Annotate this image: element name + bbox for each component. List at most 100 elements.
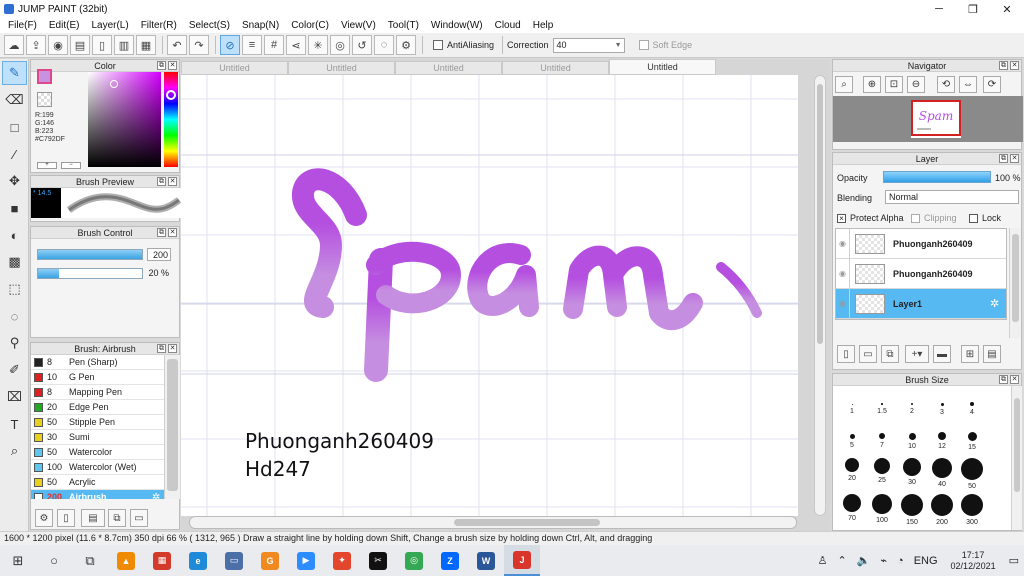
brush-menu-icon[interactable]: ▤ bbox=[81, 509, 105, 527]
brush-list-item[interactable]: 50 Acrylic bbox=[31, 475, 164, 490]
menu-filter[interactable]: Filter(R) bbox=[135, 20, 183, 31]
zalo-icon[interactable]: Z bbox=[432, 545, 468, 576]
files-icon[interactable]: ▭ bbox=[216, 545, 252, 576]
eye-icon[interactable]: ◉ bbox=[836, 228, 850, 259]
tab-untitled-2[interactable]: Untitled bbox=[288, 61, 395, 75]
taskbar-clock[interactable]: 17:17 02/12/2021 bbox=[943, 550, 1004, 572]
merge-layer-icon[interactable]: ⊞ bbox=[961, 345, 979, 363]
windows-start-icon[interactable]: ⊞ bbox=[0, 545, 36, 576]
tab-untitled-active[interactable]: Untitled bbox=[609, 59, 716, 75]
gear-icon[interactable]: ✲ bbox=[990, 297, 1006, 310]
select-eraser-tool-icon[interactable]: ⌧ bbox=[2, 385, 27, 409]
word-icon[interactable]: W bbox=[468, 545, 504, 576]
blending-select[interactable]: Normal bbox=[885, 190, 1019, 204]
snap-grid-icon[interactable]: # bbox=[264, 35, 284, 55]
close-icon[interactable]: ✕ bbox=[168, 344, 177, 353]
chrome-icon[interactable]: ◎ bbox=[396, 545, 432, 576]
zoom-fit-icon[interactable]: ⌕ bbox=[835, 76, 853, 93]
new-layer-icon[interactable]: ▯ bbox=[837, 345, 855, 363]
rotate-right-icon[interactable]: ⟳ bbox=[983, 76, 1001, 93]
brush-size-option[interactable]: 20 bbox=[837, 458, 867, 482]
float-icon[interactable]: ⧉ bbox=[999, 375, 1008, 384]
menu-window[interactable]: Window(W) bbox=[425, 20, 489, 31]
brush-size-option[interactable]: 150 bbox=[897, 494, 927, 526]
brush-folder-icon[interactable]: ▭ bbox=[130, 509, 148, 527]
rotate-left-icon[interactable]: ⟲ bbox=[937, 76, 955, 93]
capcut-icon[interactable]: ✂ bbox=[360, 545, 396, 576]
zoom-actual-icon[interactable]: ⊡ bbox=[885, 76, 903, 93]
rect-tool-icon[interactable]: □ bbox=[2, 115, 27, 139]
tab-untitled-4[interactable]: Untitled bbox=[502, 61, 609, 75]
chevron-up-icon[interactable]: ⌃ bbox=[833, 554, 852, 567]
people-icon[interactable]: ♙ bbox=[813, 554, 833, 567]
canvas-hscroll-thumb[interactable] bbox=[454, 519, 600, 526]
canvas-vertical-scrollbar[interactable] bbox=[814, 75, 826, 516]
add-layer-menu-icon[interactable]: +▾ bbox=[905, 345, 929, 363]
undo-icon[interactable]: ↶ bbox=[167, 35, 187, 55]
soft-edge-checkbox[interactable] bbox=[638, 40, 649, 50]
new-layer-copy-icon[interactable]: ▭ bbox=[859, 345, 877, 363]
close-icon[interactable]: ✕ bbox=[168, 228, 177, 237]
menu-tool[interactable]: Tool(T) bbox=[382, 20, 425, 31]
remove-color-button[interactable]: − bbox=[61, 162, 81, 169]
float-icon[interactable]: ⧉ bbox=[157, 177, 166, 186]
network-icon[interactable]: ⌁ bbox=[875, 554, 892, 567]
menu-color[interactable]: Color(C) bbox=[285, 20, 335, 31]
antialiasing-checkbox[interactable] bbox=[433, 40, 443, 50]
brush-size-option[interactable]: 25 bbox=[867, 458, 897, 484]
brush-list-scroll-thumb[interactable] bbox=[167, 359, 178, 491]
magic-wand-tool-icon[interactable]: ⚲ bbox=[2, 331, 27, 355]
language-indicator[interactable]: ENG bbox=[909, 555, 943, 567]
document-canvas[interactable]: Phuonganh260409 Hd247 bbox=[181, 75, 798, 516]
new-brush-icon[interactable]: ▯ bbox=[57, 509, 75, 527]
protect-alpha-checkbox[interactable]: × bbox=[837, 213, 846, 223]
brush-size-option[interactable]: 12 bbox=[927, 426, 957, 450]
edge-icon[interactable]: e bbox=[180, 545, 216, 576]
wifi-icon[interactable]: ◔ bbox=[892, 555, 909, 567]
brush-size-option[interactable]: 50 bbox=[957, 458, 987, 490]
brush-size-option[interactable]: 200 bbox=[927, 494, 957, 526]
eyedropper-tool-icon[interactable]: ⌕ bbox=[2, 439, 27, 463]
brush-size-option[interactable]: 4 bbox=[957, 394, 987, 416]
float-icon[interactable]: ⧉ bbox=[157, 61, 166, 70]
brush-size-scroll-thumb[interactable] bbox=[1014, 398, 1020, 492]
redo-icon[interactable]: ↷ bbox=[189, 35, 209, 55]
snap-curve-icon[interactable]: ↺ bbox=[352, 35, 372, 55]
panel-icon[interactable]: ▤ bbox=[70, 35, 90, 55]
menu-cloud[interactable]: Cloud bbox=[489, 20, 527, 31]
menu-view[interactable]: View(V) bbox=[335, 20, 382, 31]
pages-icon[interactable]: ▥ bbox=[114, 35, 134, 55]
close-button[interactable]: ✕ bbox=[990, 0, 1024, 18]
brush-size-option[interactable]: 10 bbox=[897, 426, 927, 450]
brush-list-item[interactable]: 10 G Pen bbox=[31, 370, 164, 385]
snap-radial-icon[interactable]: ✳ bbox=[308, 35, 328, 55]
brush-tool-icon[interactable]: ✎ bbox=[2, 61, 27, 85]
duplicate-layer-icon[interactable]: ⧉ bbox=[881, 345, 899, 363]
close-icon[interactable]: ✕ bbox=[1010, 61, 1019, 70]
close-icon[interactable]: ✕ bbox=[1010, 375, 1019, 384]
brush-list-item[interactable]: 200 Airbrush ✲ bbox=[31, 490, 164, 499]
menu-help[interactable]: Help bbox=[527, 20, 560, 31]
zoom-out-icon[interactable]: ⊖ bbox=[907, 76, 925, 93]
navigator-view[interactable]: Spam bbox=[833, 96, 1023, 142]
brush-list-item[interactable]: 50 Stipple Pen bbox=[31, 415, 164, 430]
brush-size-option[interactable]: 1 bbox=[837, 394, 867, 415]
snap-parallel-icon[interactable]: ≡ bbox=[242, 35, 262, 55]
snap-vanish-icon[interactable]: ⋖ bbox=[286, 35, 306, 55]
maximize-button[interactable]: ❐ bbox=[956, 0, 990, 18]
menu-select[interactable]: Select(S) bbox=[183, 20, 236, 31]
zoom-in-icon[interactable]: ⊕ bbox=[863, 76, 881, 93]
brush-size-option[interactable]: 100 bbox=[867, 494, 897, 524]
fill-rect-tool-icon[interactable]: ■ bbox=[2, 196, 27, 220]
menu-snap[interactable]: Snap(N) bbox=[236, 20, 285, 31]
brush-opacity-slider[interactable] bbox=[37, 268, 143, 279]
snap-circle-icon[interactable]: ◎ bbox=[330, 35, 350, 55]
float-icon[interactable]: ⧉ bbox=[999, 61, 1008, 70]
app-red-icon[interactable]: ✦ bbox=[324, 545, 360, 576]
layer-opacity-slider[interactable] bbox=[883, 171, 991, 183]
brush-size-option[interactable]: 5 bbox=[837, 426, 867, 449]
eye-icon[interactable]: ◉ bbox=[836, 288, 850, 319]
explorer-icon[interactable]: ▦ bbox=[144, 545, 180, 576]
page-icon[interactable]: ▯ bbox=[92, 35, 112, 55]
menu-layer[interactable]: Layer(L) bbox=[85, 20, 134, 31]
